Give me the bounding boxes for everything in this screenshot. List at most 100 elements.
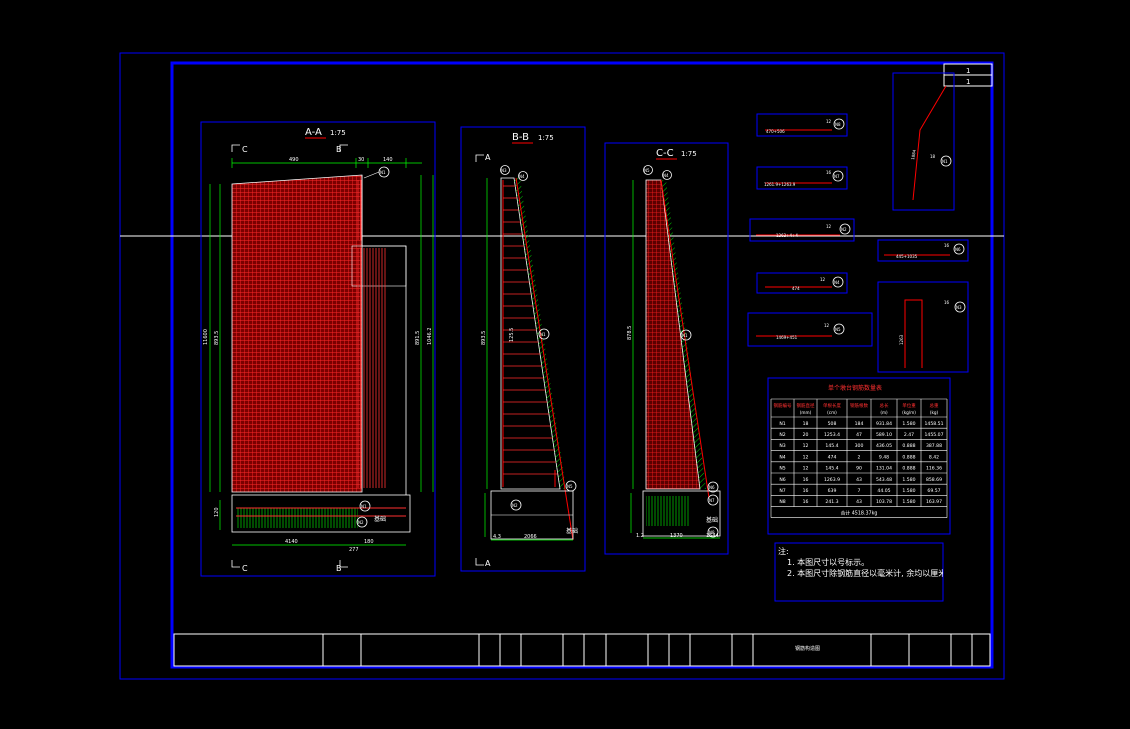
- table-cell: 43: [856, 499, 862, 505]
- aa-dim-base-h: 120: [214, 507, 220, 517]
- table-cell: 12: [803, 454, 809, 460]
- table-cell: 163.97: [926, 499, 942, 505]
- table-cell: 1263.9: [824, 477, 840, 483]
- table-header-cell: 单根长度: [823, 402, 841, 409]
- cc-marker-n4-label: N4: [663, 173, 669, 178]
- rebar-detail-7: 1263 16 N3: [877, 281, 969, 373]
- table-cell: N2: [779, 432, 785, 438]
- table-cell: 43: [856, 477, 862, 483]
- table-cell: 47: [856, 432, 862, 438]
- table-cell: 20: [803, 432, 809, 438]
- table-header-unit: (mm): [800, 410, 812, 415]
- drawing-canvas: 1 1 钢筋构造图 A-A 1:75 490 30 140 11600 893.…: [119, 52, 1005, 680]
- rebar-detail-1-text: 470+506: [766, 129, 785, 134]
- table-cell: 90: [856, 466, 862, 472]
- bb-dim-height: 893.5: [481, 331, 487, 345]
- rebar-table-grid: 钢筋编号 钢筋直径(mm) 单根长度(cm) 钢筋根数 总长(m) 单位重(kg/m) 总重…: [770, 398, 948, 518]
- aa-dim-right-inner: 891.5: [415, 331, 421, 345]
- bb-cut-a-top: A: [485, 153, 491, 162]
- cc-marker-n4: N4: [662, 170, 672, 180]
- aa-cut-c-bot: C: [242, 564, 248, 573]
- rebar-detail-1: 470+506 12 N8: [756, 113, 848, 137]
- aa-marker-n1-low: N1: [359, 500, 371, 512]
- table-cell: 858.69: [926, 477, 942, 483]
- table-cell: 1.580: [902, 477, 915, 483]
- bb-dim-base: 2066: [524, 534, 537, 540]
- notes: 注: 1. 本图尺寸以号标示。 2. 本图尺寸除钢筋直径以毫米计, 余均以厘米为…: [775, 543, 943, 601]
- table-cell: 44.05: [877, 488, 890, 494]
- table-header-unit: (kg/m): [902, 410, 916, 415]
- bb-cut-a-bot: A: [485, 559, 491, 568]
- table-total: 合计 4518.37kg: [841, 510, 878, 517]
- table-cell: 508: [828, 421, 837, 427]
- rebar-detail-2-text: 1261.9+1263.9: [764, 182, 796, 187]
- table-cell: 543.48: [876, 477, 892, 483]
- table-cell: N6: [779, 477, 785, 483]
- section-aa-title: A-A: [305, 127, 322, 138]
- table-cell: 1.580: [902, 421, 915, 427]
- section-bb: B-B 1:75 893.5 125.5 2066 4.3 基础 A A N3: [460, 126, 586, 572]
- bb-foundation-label: 基础: [566, 527, 578, 535]
- aa-marker-n1-low-label: N1: [361, 504, 367, 509]
- section-cc-scale: 1:75: [681, 150, 697, 158]
- aa-wall-mesh: [231, 174, 363, 493]
- table-cell: 0.888: [902, 443, 915, 449]
- section-cc: C-C 1:75 878.5 1370 1.2 1544 基础 N5 N4 N1: [604, 142, 729, 555]
- cc-marker-n1-label: N1: [682, 333, 688, 338]
- cc-marker-n6: N6: [707, 481, 719, 493]
- bb-marker-n2: N2: [510, 499, 522, 511]
- table-cell: 2: [858, 454, 861, 460]
- cc-dim-height: 878.5: [627, 326, 633, 340]
- table-cell: N8: [779, 499, 785, 505]
- bb-marker-n1: N1: [538, 328, 550, 340]
- aa-marker-n2-label: N2: [358, 520, 364, 525]
- table-cell: 69.57: [927, 488, 940, 494]
- table-cell: 241.3: [825, 499, 838, 505]
- rebar-detail-5-id: N5: [835, 327, 841, 332]
- aa-dim-base-w: 4140: [285, 539, 298, 545]
- table-header-cell: 单位重: [902, 402, 916, 409]
- rebar-detail-6-spec: 16: [944, 243, 950, 248]
- title-block: [173, 633, 991, 667]
- section-bb-title: B-B: [512, 132, 529, 143]
- rebar-detail-2-spec: 16: [826, 170, 832, 175]
- section-bb-border: [460, 126, 586, 572]
- table-header-cell: 钢筋根数: [850, 402, 868, 409]
- aa-foundation-label: 基础: [374, 515, 386, 523]
- table-header-unit: (m): [880, 410, 888, 415]
- rebar-detail-4-id: N4: [834, 280, 840, 285]
- table-cell: 9.48: [879, 454, 889, 460]
- table-cell: 116.36: [926, 466, 942, 472]
- drawing-caption: 钢筋构造图: [795, 645, 820, 652]
- cc-marker-n6-label: N6: [709, 485, 715, 490]
- table-cell: 2.47: [904, 432, 914, 438]
- section-cc-title: C-C: [656, 148, 674, 159]
- table-cell: 387.88: [926, 443, 942, 449]
- table-cell: 1458.51: [925, 421, 944, 427]
- cc-marker-n7-label: N7: [709, 498, 715, 503]
- rebar-detail-6: 445+1035 16 N6: [877, 239, 969, 262]
- cc-marker-n5: N5: [643, 165, 653, 175]
- rebar-detail-2-id: N7: [834, 174, 840, 179]
- aa-dim-left-inner: 893.5: [214, 331, 220, 345]
- notes-line-2: 2. 本图尺寸除钢筋直径以毫米计, 余均以厘米为单位。: [787, 569, 943, 578]
- cc-marker-n8-label: N8: [709, 530, 715, 535]
- bb-marker-n5: N5: [565, 480, 577, 492]
- cc-wall-mesh: [645, 179, 701, 490]
- rebar-detail-4-text: 474: [792, 286, 800, 291]
- table-cell: 1.580: [902, 499, 915, 505]
- rebar-detail-6-id: N6: [955, 247, 961, 252]
- table-cell: N4: [779, 454, 785, 460]
- sheet-b: 1: [966, 78, 970, 86]
- rebar-table-title: 单个墩台钢筋数量表: [828, 384, 882, 392]
- table-header-cell: 钢筋直径: [797, 402, 815, 409]
- rebar-detail-3: 1263+4+4 12 N2: [749, 218, 855, 242]
- table-cell: 1253.4: [824, 432, 840, 438]
- table-cell: 7: [858, 488, 861, 494]
- rebar-detail-8-id: N1: [942, 159, 948, 164]
- rebar-detail-3-text: 1263+4+4: [776, 233, 798, 238]
- bb-dim-mid: 125.5: [509, 328, 515, 342]
- table-cell: 0.888: [902, 454, 915, 460]
- rebar-table: 单个墩台钢筋数量表 钢筋编号 钢筋直径(mm) 单根长度(cm) 钢筋根数 总长(m) 单…: [767, 377, 951, 535]
- section-bb-scale: 1:75: [538, 134, 554, 142]
